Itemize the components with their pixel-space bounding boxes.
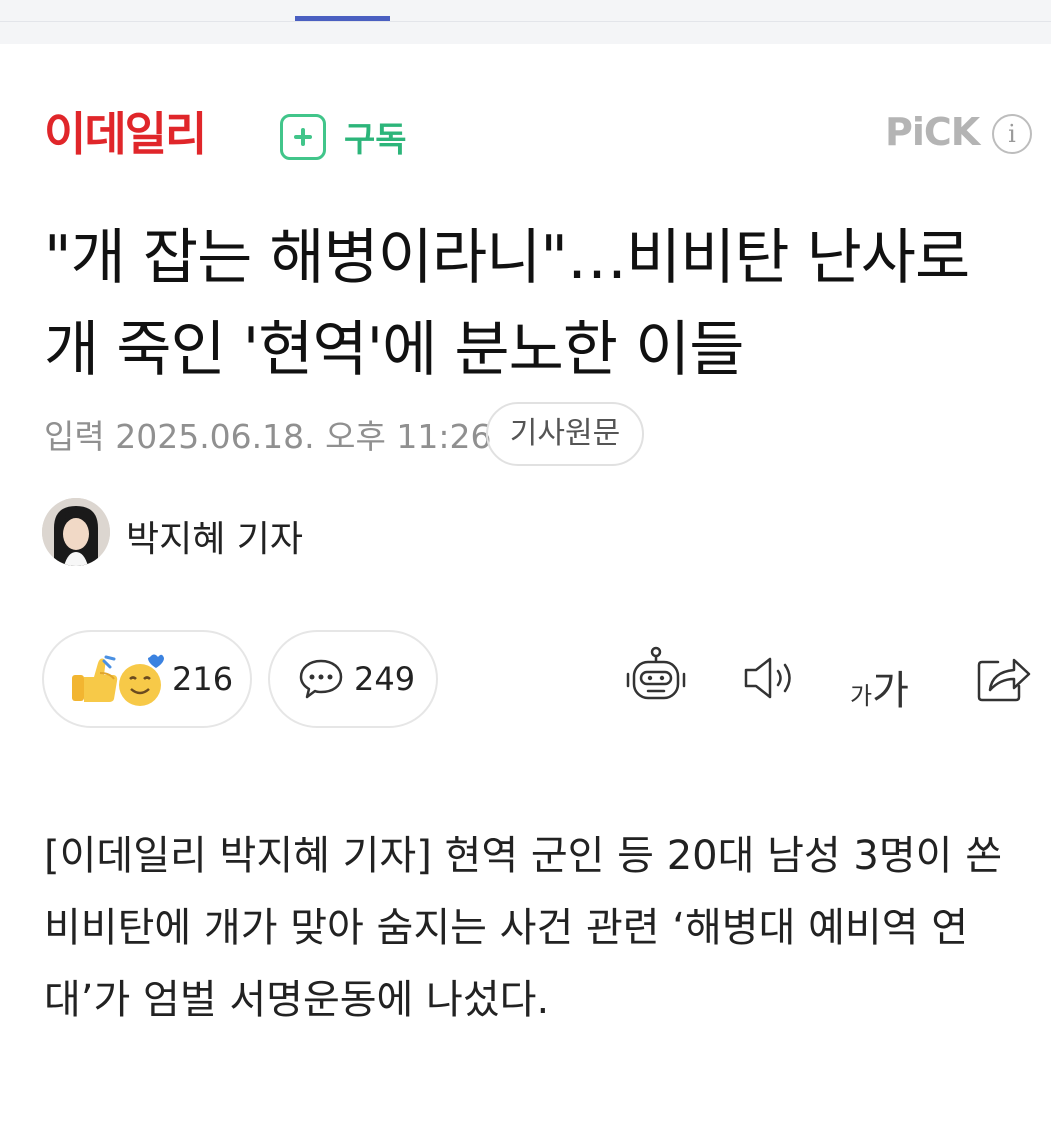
article-input-date: 입력 2025.06.18. 오후 11:26 xyxy=(44,417,492,456)
share-icon[interactable] xyxy=(976,652,1032,704)
subscribe-label: 구독 xyxy=(344,120,407,160)
article-headline: "개 잡는 해병이라니"…비비탄 난사로 개 죽인 '현역'에 분노한 이들 xyxy=(44,223,970,385)
comment-bubble-icon xyxy=(299,659,343,699)
subscribe-button[interactable]: 구독 xyxy=(280,112,407,161)
comment-count: 249 xyxy=(354,660,416,698)
reaction-count: 216 xyxy=(172,660,234,698)
top-tab-bar xyxy=(0,0,1051,44)
active-tab-indicator xyxy=(295,16,390,21)
comment-button[interactable]: 249 xyxy=(268,630,438,728)
reporter-avatar[interactable] xyxy=(42,498,110,566)
tts-speaker-icon[interactable] xyxy=(742,654,798,702)
reporter-name[interactable]: 박지혜 기자 xyxy=(126,510,303,562)
font-size-icon[interactable]: 가가 xyxy=(850,658,909,716)
original-article-button[interactable]: 기사원문 xyxy=(486,402,644,466)
font-size-small-label: 가 xyxy=(850,682,873,710)
pick-badge: PiCK xyxy=(885,110,980,154)
ai-summary-robot-icon[interactable] xyxy=(624,644,688,708)
pick-info-icon[interactable]: i xyxy=(992,114,1032,154)
reaction-button[interactable]: 216 xyxy=(42,630,252,728)
reaction-emoji-icon xyxy=(72,654,164,706)
article-body: [이데일리 박지혜 기자] 현역 군인 등 20대 남성 3명이 쏜 비비탄에 … xyxy=(44,833,1002,1023)
font-size-large-label: 가 xyxy=(872,668,909,714)
plus-icon xyxy=(280,113,326,160)
press-logo[interactable]: 이데일리 xyxy=(44,104,207,164)
tab-divider xyxy=(0,21,1051,22)
